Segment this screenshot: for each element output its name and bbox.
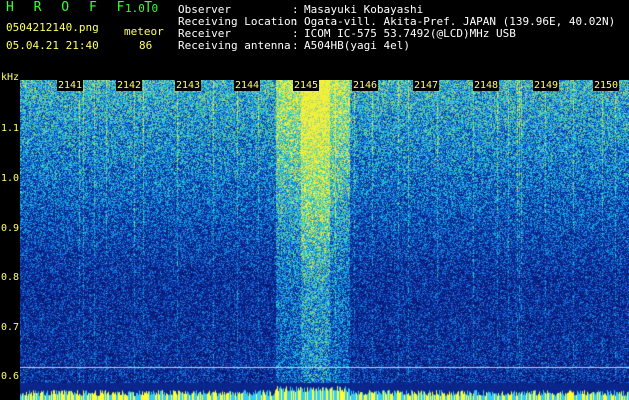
- frequency-unit: kHz: [1, 72, 20, 83]
- antenna-label: Receiving antenna: [178, 39, 291, 52]
- time-tick-label: 2142: [116, 80, 143, 91]
- time-tick-label: 2148: [473, 80, 500, 91]
- freq-tick-label: 0.7: [1, 322, 20, 333]
- antenna-value: A504HB(yagi 4el): [304, 39, 410, 52]
- mode-label: meteor: [124, 25, 164, 38]
- time-tick-label: 2143: [175, 80, 202, 91]
- time-tick-label: 2146: [352, 80, 379, 91]
- time-tick-label: 2149: [533, 80, 560, 91]
- freq-tick-label: 0.6: [1, 371, 20, 382]
- freq-tick-label: 1.0: [1, 173, 20, 184]
- freq-tick-label: 1.1: [1, 123, 20, 134]
- date-time: 05.04.21 21:40: [6, 39, 99, 52]
- info-colon: :: [292, 39, 299, 52]
- app-version: 1.0.0: [125, 2, 159, 15]
- freq-tick-label: 0.9: [1, 223, 20, 234]
- time-tick-label: 2145: [293, 80, 320, 91]
- detection-count: 86: [139, 39, 153, 52]
- frequency-axis: kHz 1.1 1.0 0.9 0.8 0.7 0.6: [0, 72, 20, 400]
- waterfall-panel: kHz 1.1 1.0 0.9 0.8 0.7 0.6 2141 2142 21…: [0, 72, 629, 400]
- time-tick-label: 2147: [413, 80, 440, 91]
- time-tick-label: 2150: [593, 80, 620, 91]
- file-name: 0504212140.png: [6, 21, 99, 34]
- time-tick-label: 2144: [234, 80, 261, 91]
- time-tick-label: 2141: [57, 80, 84, 91]
- freq-tick-label: 0.8: [1, 272, 20, 283]
- spectrogram-image: [20, 80, 629, 400]
